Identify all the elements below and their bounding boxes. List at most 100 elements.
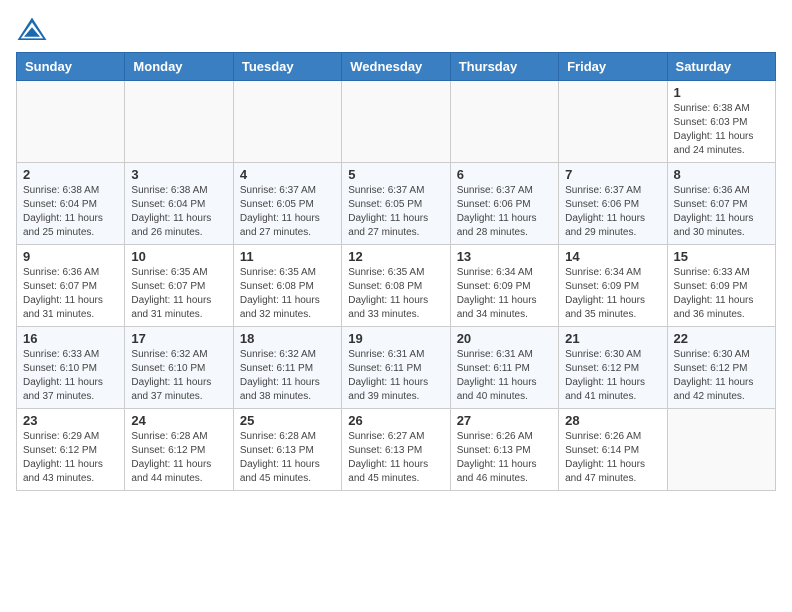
day-info: Sunrise: 6:37 AMSunset: 6:05 PMDaylight:…: [348, 184, 443, 240]
calendar-cell-3-5: 21 Sunrise: 6:30 AMSunset: 6:12 PMDayligh…: [559, 327, 667, 409]
day-info: Sunrise: 6:31 AMSunset: 6:11 PMDaylight:…: [457, 348, 552, 404]
day-number: 20: [457, 331, 552, 346]
day-info: Sunrise: 6:38 AMSunset: 6:03 PMDaylight:…: [674, 102, 769, 158]
logo-icon: [16, 16, 48, 44]
calendar-cell-0-1: [125, 81, 233, 163]
calendar-cell-2-6: 15 Sunrise: 6:33 AMSunset: 6:09 PMDayligh…: [667, 245, 775, 327]
day-info: Sunrise: 6:34 AMSunset: 6:09 PMDaylight:…: [457, 266, 552, 322]
day-info: Sunrise: 6:30 AMSunset: 6:12 PMDaylight:…: [674, 348, 769, 404]
day-info: Sunrise: 6:28 AMSunset: 6:13 PMDaylight:…: [240, 430, 335, 486]
day-info: Sunrise: 6:35 AMSunset: 6:08 PMDaylight:…: [240, 266, 335, 322]
day-number: 16: [23, 331, 118, 346]
weekday-header-row: SundayMondayTuesdayWednesdayThursdayFrid…: [17, 53, 776, 81]
day-number: 17: [131, 331, 226, 346]
day-number: 10: [131, 249, 226, 264]
calendar-cell-4-5: 28 Sunrise: 6:26 AMSunset: 6:14 PMDayligh…: [559, 409, 667, 491]
day-number: 21: [565, 331, 660, 346]
day-number: 1: [674, 85, 769, 100]
day-number: 12: [348, 249, 443, 264]
day-number: 5: [348, 167, 443, 182]
day-number: 14: [565, 249, 660, 264]
weekday-header-tuesday: Tuesday: [233, 53, 341, 81]
calendar-cell-3-0: 16 Sunrise: 6:33 AMSunset: 6:10 PMDayligh…: [17, 327, 125, 409]
week-row-3: 9 Sunrise: 6:36 AMSunset: 6:07 PMDaylight…: [17, 245, 776, 327]
calendar-cell-1-6: 8 Sunrise: 6:36 AMSunset: 6:07 PMDaylight…: [667, 163, 775, 245]
day-info: Sunrise: 6:32 AMSunset: 6:11 PMDaylight:…: [240, 348, 335, 404]
day-info: Sunrise: 6:26 AMSunset: 6:14 PMDaylight:…: [565, 430, 660, 486]
day-info: Sunrise: 6:27 AMSunset: 6:13 PMDaylight:…: [348, 430, 443, 486]
weekday-header-wednesday: Wednesday: [342, 53, 450, 81]
day-number: 18: [240, 331, 335, 346]
calendar-cell-2-3: 12 Sunrise: 6:35 AMSunset: 6:08 PMDayligh…: [342, 245, 450, 327]
day-number: 8: [674, 167, 769, 182]
weekday-header-monday: Monday: [125, 53, 233, 81]
day-info: Sunrise: 6:35 AMSunset: 6:07 PMDaylight:…: [131, 266, 226, 322]
calendar-cell-3-4: 20 Sunrise: 6:31 AMSunset: 6:11 PMDayligh…: [450, 327, 558, 409]
day-number: 9: [23, 249, 118, 264]
calendar-cell-0-2: [233, 81, 341, 163]
calendar-cell-3-3: 19 Sunrise: 6:31 AMSunset: 6:11 PMDayligh…: [342, 327, 450, 409]
calendar-cell-4-0: 23Sunrise: 6:29 AMSunset: 6:12 PMDayligh…: [17, 409, 125, 491]
day-number: 15: [674, 249, 769, 264]
day-number: 27: [457, 413, 552, 428]
calendar-cell-2-0: 9 Sunrise: 6:36 AMSunset: 6:07 PMDaylight…: [17, 245, 125, 327]
day-info: Sunrise: 6:36 AMSunset: 6:07 PMDaylight:…: [674, 184, 769, 240]
day-info: Sunrise: 6:30 AMSunset: 6:12 PMDaylight:…: [565, 348, 660, 404]
day-info: Sunrise: 6:28 AMSunset: 6:12 PMDaylight:…: [131, 430, 226, 486]
calendar-cell-1-5: 7 Sunrise: 6:37 AMSunset: 6:06 PMDaylight…: [559, 163, 667, 245]
day-number: 3: [131, 167, 226, 182]
day-info: Sunrise: 6:34 AMSunset: 6:09 PMDaylight:…: [565, 266, 660, 322]
day-number: 23: [23, 413, 118, 428]
day-number: 11: [240, 249, 335, 264]
day-number: 28: [565, 413, 660, 428]
weekday-header-thursday: Thursday: [450, 53, 558, 81]
day-info: Sunrise: 6:36 AMSunset: 6:07 PMDaylight:…: [23, 266, 118, 322]
day-number: 7: [565, 167, 660, 182]
day-number: 13: [457, 249, 552, 264]
day-info: Sunrise: 6:37 AMSunset: 6:06 PMDaylight:…: [565, 184, 660, 240]
calendar-cell-2-5: 14 Sunrise: 6:34 AMSunset: 6:09 PMDayligh…: [559, 245, 667, 327]
day-number: 25: [240, 413, 335, 428]
weekday-header-sunday: Sunday: [17, 53, 125, 81]
weekday-header-friday: Friday: [559, 53, 667, 81]
day-number: 6: [457, 167, 552, 182]
day-number: 22: [674, 331, 769, 346]
day-info: Sunrise: 6:32 AMSunset: 6:10 PMDaylight:…: [131, 348, 226, 404]
week-row-2: 2 Sunrise: 6:38 AMSunset: 6:04 PMDaylight…: [17, 163, 776, 245]
day-info: Sunrise: 6:33 AMSunset: 6:09 PMDaylight:…: [674, 266, 769, 322]
week-row-4: 16 Sunrise: 6:33 AMSunset: 6:10 PMDayligh…: [17, 327, 776, 409]
calendar-cell-1-1: 3 Sunrise: 6:38 AMSunset: 6:04 PMDaylight…: [125, 163, 233, 245]
logo: [16, 16, 52, 44]
calendar-cell-2-4: 13 Sunrise: 6:34 AMSunset: 6:09 PMDayligh…: [450, 245, 558, 327]
weekday-header-saturday: Saturday: [667, 53, 775, 81]
day-info: Sunrise: 6:37 AMSunset: 6:05 PMDaylight:…: [240, 184, 335, 240]
calendar-cell-2-1: 10 Sunrise: 6:35 AMSunset: 6:07 PMDayligh…: [125, 245, 233, 327]
calendar-cell-0-6: 1 Sunrise: 6:38 AMSunset: 6:03 PMDaylight…: [667, 81, 775, 163]
week-row-1: 1 Sunrise: 6:38 AMSunset: 6:03 PMDaylight…: [17, 81, 776, 163]
day-number: 19: [348, 331, 443, 346]
day-info: Sunrise: 6:38 AMSunset: 6:04 PMDaylight:…: [23, 184, 118, 240]
calendar-cell-4-4: 27 Sunrise: 6:26 AMSunset: 6:13 PMDayligh…: [450, 409, 558, 491]
week-row-5: 23Sunrise: 6:29 AMSunset: 6:12 PMDayligh…: [17, 409, 776, 491]
calendar-cell-1-3: 5 Sunrise: 6:37 AMSunset: 6:05 PMDaylight…: [342, 163, 450, 245]
calendar-cell-0-5: [559, 81, 667, 163]
page-header: [16, 16, 776, 44]
day-number: 26: [348, 413, 443, 428]
day-info: Sunrise: 6:33 AMSunset: 6:10 PMDaylight:…: [23, 348, 118, 404]
calendar-cell-3-2: 18 Sunrise: 6:32 AMSunset: 6:11 PMDayligh…: [233, 327, 341, 409]
day-number: 24: [131, 413, 226, 428]
calendar-cell-0-3: [342, 81, 450, 163]
calendar-cell-4-2: 25 Sunrise: 6:28 AMSunset: 6:13 PMDayligh…: [233, 409, 341, 491]
calendar-cell-3-1: 17 Sunrise: 6:32 AMSunset: 6:10 PMDayligh…: [125, 327, 233, 409]
day-info: Sunrise: 6:38 AMSunset: 6:04 PMDaylight:…: [131, 184, 226, 240]
calendar-cell-1-0: 2 Sunrise: 6:38 AMSunset: 6:04 PMDaylight…: [17, 163, 125, 245]
calendar-cell-4-1: 24 Sunrise: 6:28 AMSunset: 6:12 PMDayligh…: [125, 409, 233, 491]
calendar-cell-2-2: 11 Sunrise: 6:35 AMSunset: 6:08 PMDayligh…: [233, 245, 341, 327]
day-info: Sunrise: 6:31 AMSunset: 6:11 PMDaylight:…: [348, 348, 443, 404]
calendar-cell-1-2: 4Sunrise: 6:37 AMSunset: 6:05 PMDaylight…: [233, 163, 341, 245]
day-info: Sunrise: 6:37 AMSunset: 6:06 PMDaylight:…: [457, 184, 552, 240]
day-info: Sunrise: 6:35 AMSunset: 6:08 PMDaylight:…: [348, 266, 443, 322]
calendar-cell-4-6: [667, 409, 775, 491]
day-info: Sunrise: 6:26 AMSunset: 6:13 PMDaylight:…: [457, 430, 552, 486]
day-number: 2: [23, 167, 118, 182]
